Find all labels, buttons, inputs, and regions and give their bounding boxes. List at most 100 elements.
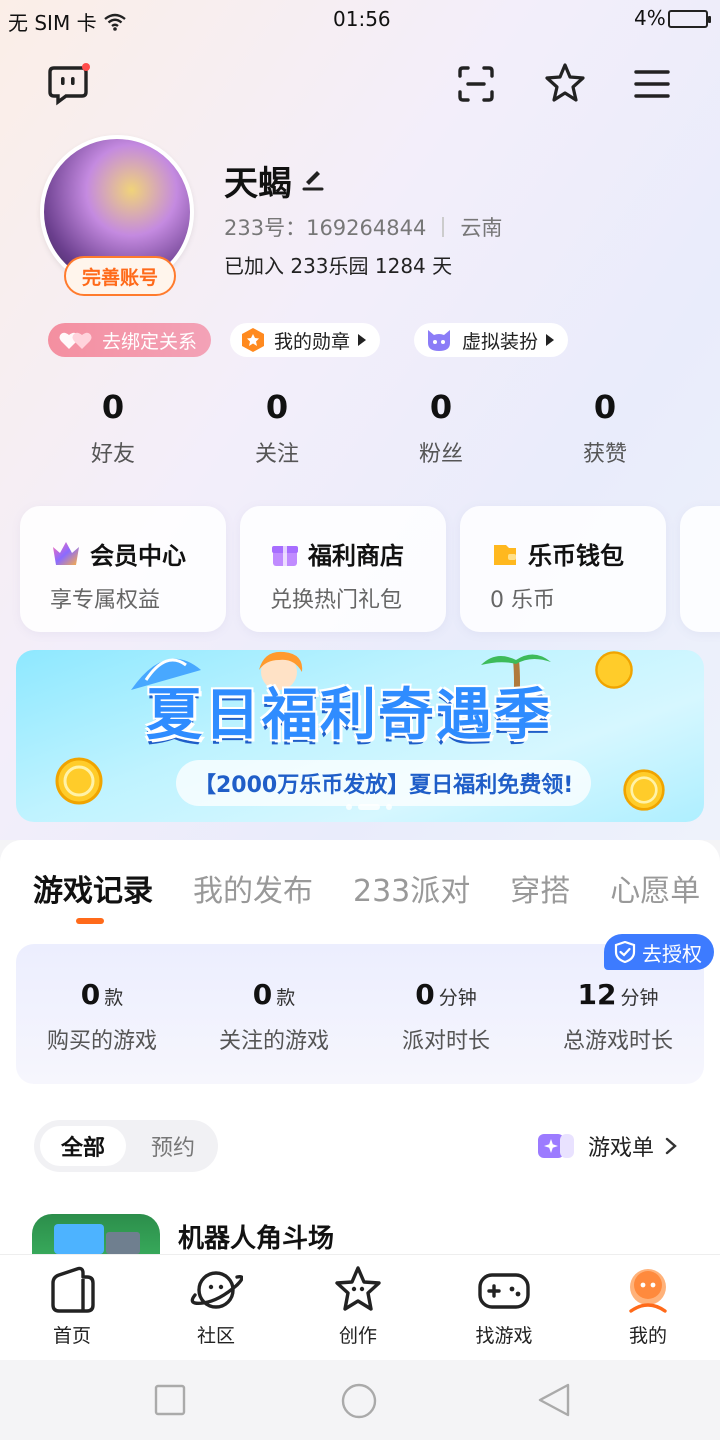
carousel-dot	[346, 804, 352, 810]
nav-community[interactable]: 社区	[166, 1265, 266, 1348]
promo-banner[interactable]: 夏日福利奇遇季 【2000万乐币发放】夏日福利免费领!	[16, 650, 704, 822]
stat-label: 好友	[90, 442, 135, 467]
status-bar: 无 SIM 卡 01:56 4%	[0, 0, 720, 40]
gift-icon	[272, 545, 298, 566]
record-party-time[interactable]: 0 分钟 派对时长	[360, 978, 532, 1055]
my-medals-chip[interactable]: 我的勋章	[230, 323, 381, 357]
card-title: 乐币钱包	[490, 536, 624, 571]
stat-friends[interactable]: 0 好友	[53, 388, 173, 468]
filter-segment: 全部 预约	[34, 1120, 218, 1172]
game-thumbnail	[32, 1214, 160, 1254]
tab-game-records[interactable]: 游戏记录	[33, 866, 153, 910]
record-label: 购买的游戏	[46, 1029, 157, 1054]
wifi-icon	[103, 13, 126, 31]
nav-me[interactable]: 我的	[598, 1265, 698, 1348]
home-circle-icon[interactable]	[340, 1382, 378, 1420]
carousel-dot-active	[358, 804, 380, 810]
record-unit: 款	[276, 987, 296, 1009]
stat-value: 0	[429, 388, 453, 426]
region-label: 云南	[460, 216, 503, 240]
planet-face-icon	[190, 1271, 243, 1309]
nav-label: 我的	[628, 1325, 667, 1347]
record-total-playtime[interactable]: 12 分钟 总游戏时长	[532, 978, 704, 1055]
favorites-button[interactable]	[540, 58, 590, 108]
chip-label: 去绑定关系	[102, 330, 198, 353]
nav-create[interactable]: 创作	[308, 1265, 408, 1348]
record-number: 0	[415, 978, 435, 1011]
record-label: 关注的游戏	[218, 1029, 329, 1054]
authorize-button[interactable]: 去授权	[604, 934, 714, 970]
home-icon	[51, 1266, 95, 1313]
banner-headline: 夏日福利奇遇季	[146, 683, 552, 748]
star-icon	[545, 63, 585, 102]
recents-icon[interactable]	[154, 1384, 186, 1416]
record-number: 0	[80, 978, 101, 1011]
chevron-right-icon	[665, 1137, 677, 1155]
edit-icon[interactable]	[300, 165, 326, 191]
card-subtitle: 享专属权益	[50, 588, 161, 613]
battery-percent: 4%	[634, 6, 666, 30]
messages-button[interactable]	[44, 60, 92, 108]
chip-label: 虚拟装扮	[462, 330, 539, 353]
gamepad-icon	[478, 1273, 530, 1309]
more-card[interactable]	[680, 506, 720, 632]
authorize-label: 去授权	[642, 941, 702, 966]
complete-account-button[interactable]: 完善账号	[64, 256, 176, 296]
card-subtitle: 兑换热门礼包	[270, 588, 403, 613]
hamburger-icon	[634, 70, 670, 98]
card-title: 福利商店	[270, 536, 404, 571]
bottom-nav: 首页 社区 创作 找游戏 我的	[0, 1254, 720, 1360]
menu-button[interactable]	[630, 62, 674, 106]
bind-relation-chip[interactable]: 去绑定关系	[48, 323, 212, 357]
back-icon[interactable]	[536, 1382, 572, 1418]
stat-following[interactable]: 0 关注	[217, 388, 337, 468]
filter-reserve[interactable]: 预约	[130, 1126, 216, 1166]
nav-home[interactable]: 首页	[22, 1265, 122, 1348]
tab-outfits[interactable]: 穿搭	[510, 866, 570, 910]
record-label: 总游戏时长	[562, 1029, 673, 1054]
card-title-text: 福利商店	[308, 542, 404, 570]
filter-all[interactable]: 全部	[40, 1126, 126, 1166]
nav-label: 找游戏	[475, 1325, 533, 1347]
nav-find-games[interactable]: 找游戏	[454, 1265, 554, 1348]
welfare-shop-card[interactable]: 福利商店 兑换热门礼包	[240, 506, 446, 632]
carousel-dot	[386, 804, 392, 810]
stat-fans[interactable]: 0 粉丝	[381, 388, 501, 468]
coin-wallet-card[interactable]: 乐币钱包 0 乐币	[460, 506, 666, 632]
banner-subline: 【2000万乐币发放】夏日福利免费领!	[176, 760, 592, 806]
record-value: 0款	[188, 978, 360, 1011]
cat-face-icon	[428, 330, 450, 351]
divider	[442, 217, 445, 237]
content-panel: 游戏记录 我的发布 233派对 穿搭 心愿单 0款 购买的游戏 0款 关注的游戏…	[0, 840, 720, 1260]
record-unit: 款	[104, 987, 124, 1009]
record-unit: 分钟	[438, 987, 477, 1009]
tab-wishlist[interactable]: 心愿单	[610, 866, 700, 910]
caret-right-icon	[546, 334, 555, 346]
system-nav-bar	[0, 1360, 720, 1440]
vip-center-card[interactable]: 会员中心 享专属权益	[20, 506, 226, 632]
stat-likes[interactable]: 0 获赞	[545, 388, 665, 468]
game-list-link[interactable]: 游戏单	[538, 1130, 678, 1162]
coin-icon	[595, 651, 633, 689]
stat-value: 0	[101, 388, 125, 426]
card-subtitle: 0 乐币	[490, 588, 555, 613]
record-purchased[interactable]: 0款 购买的游戏	[16, 978, 188, 1055]
record-unit: 分钟	[620, 987, 659, 1009]
tab-233-party[interactable]: 233派对	[353, 866, 470, 910]
card-title: 会员中心	[50, 536, 186, 571]
stat-label: 获赞	[582, 442, 627, 467]
avatar-dressup-chip[interactable]: 虚拟装扮	[414, 323, 569, 357]
scan-icon	[458, 66, 494, 102]
profile-face-icon	[629, 1269, 667, 1313]
username: 天蝎	[224, 164, 292, 204]
nav-label: 首页	[52, 1325, 91, 1347]
coin-icon	[55, 757, 103, 805]
chat-face-icon	[48, 63, 90, 106]
stat-label: 粉丝	[418, 442, 463, 467]
tab-my-posts[interactable]: 我的发布	[193, 866, 313, 910]
coin-icon	[623, 769, 665, 811]
hearts-icon	[59, 332, 92, 349]
game-title: 机器人角斗场	[178, 1224, 335, 1254]
record-followed[interactable]: 0款 关注的游戏	[188, 978, 360, 1055]
scan-button[interactable]	[452, 60, 500, 108]
